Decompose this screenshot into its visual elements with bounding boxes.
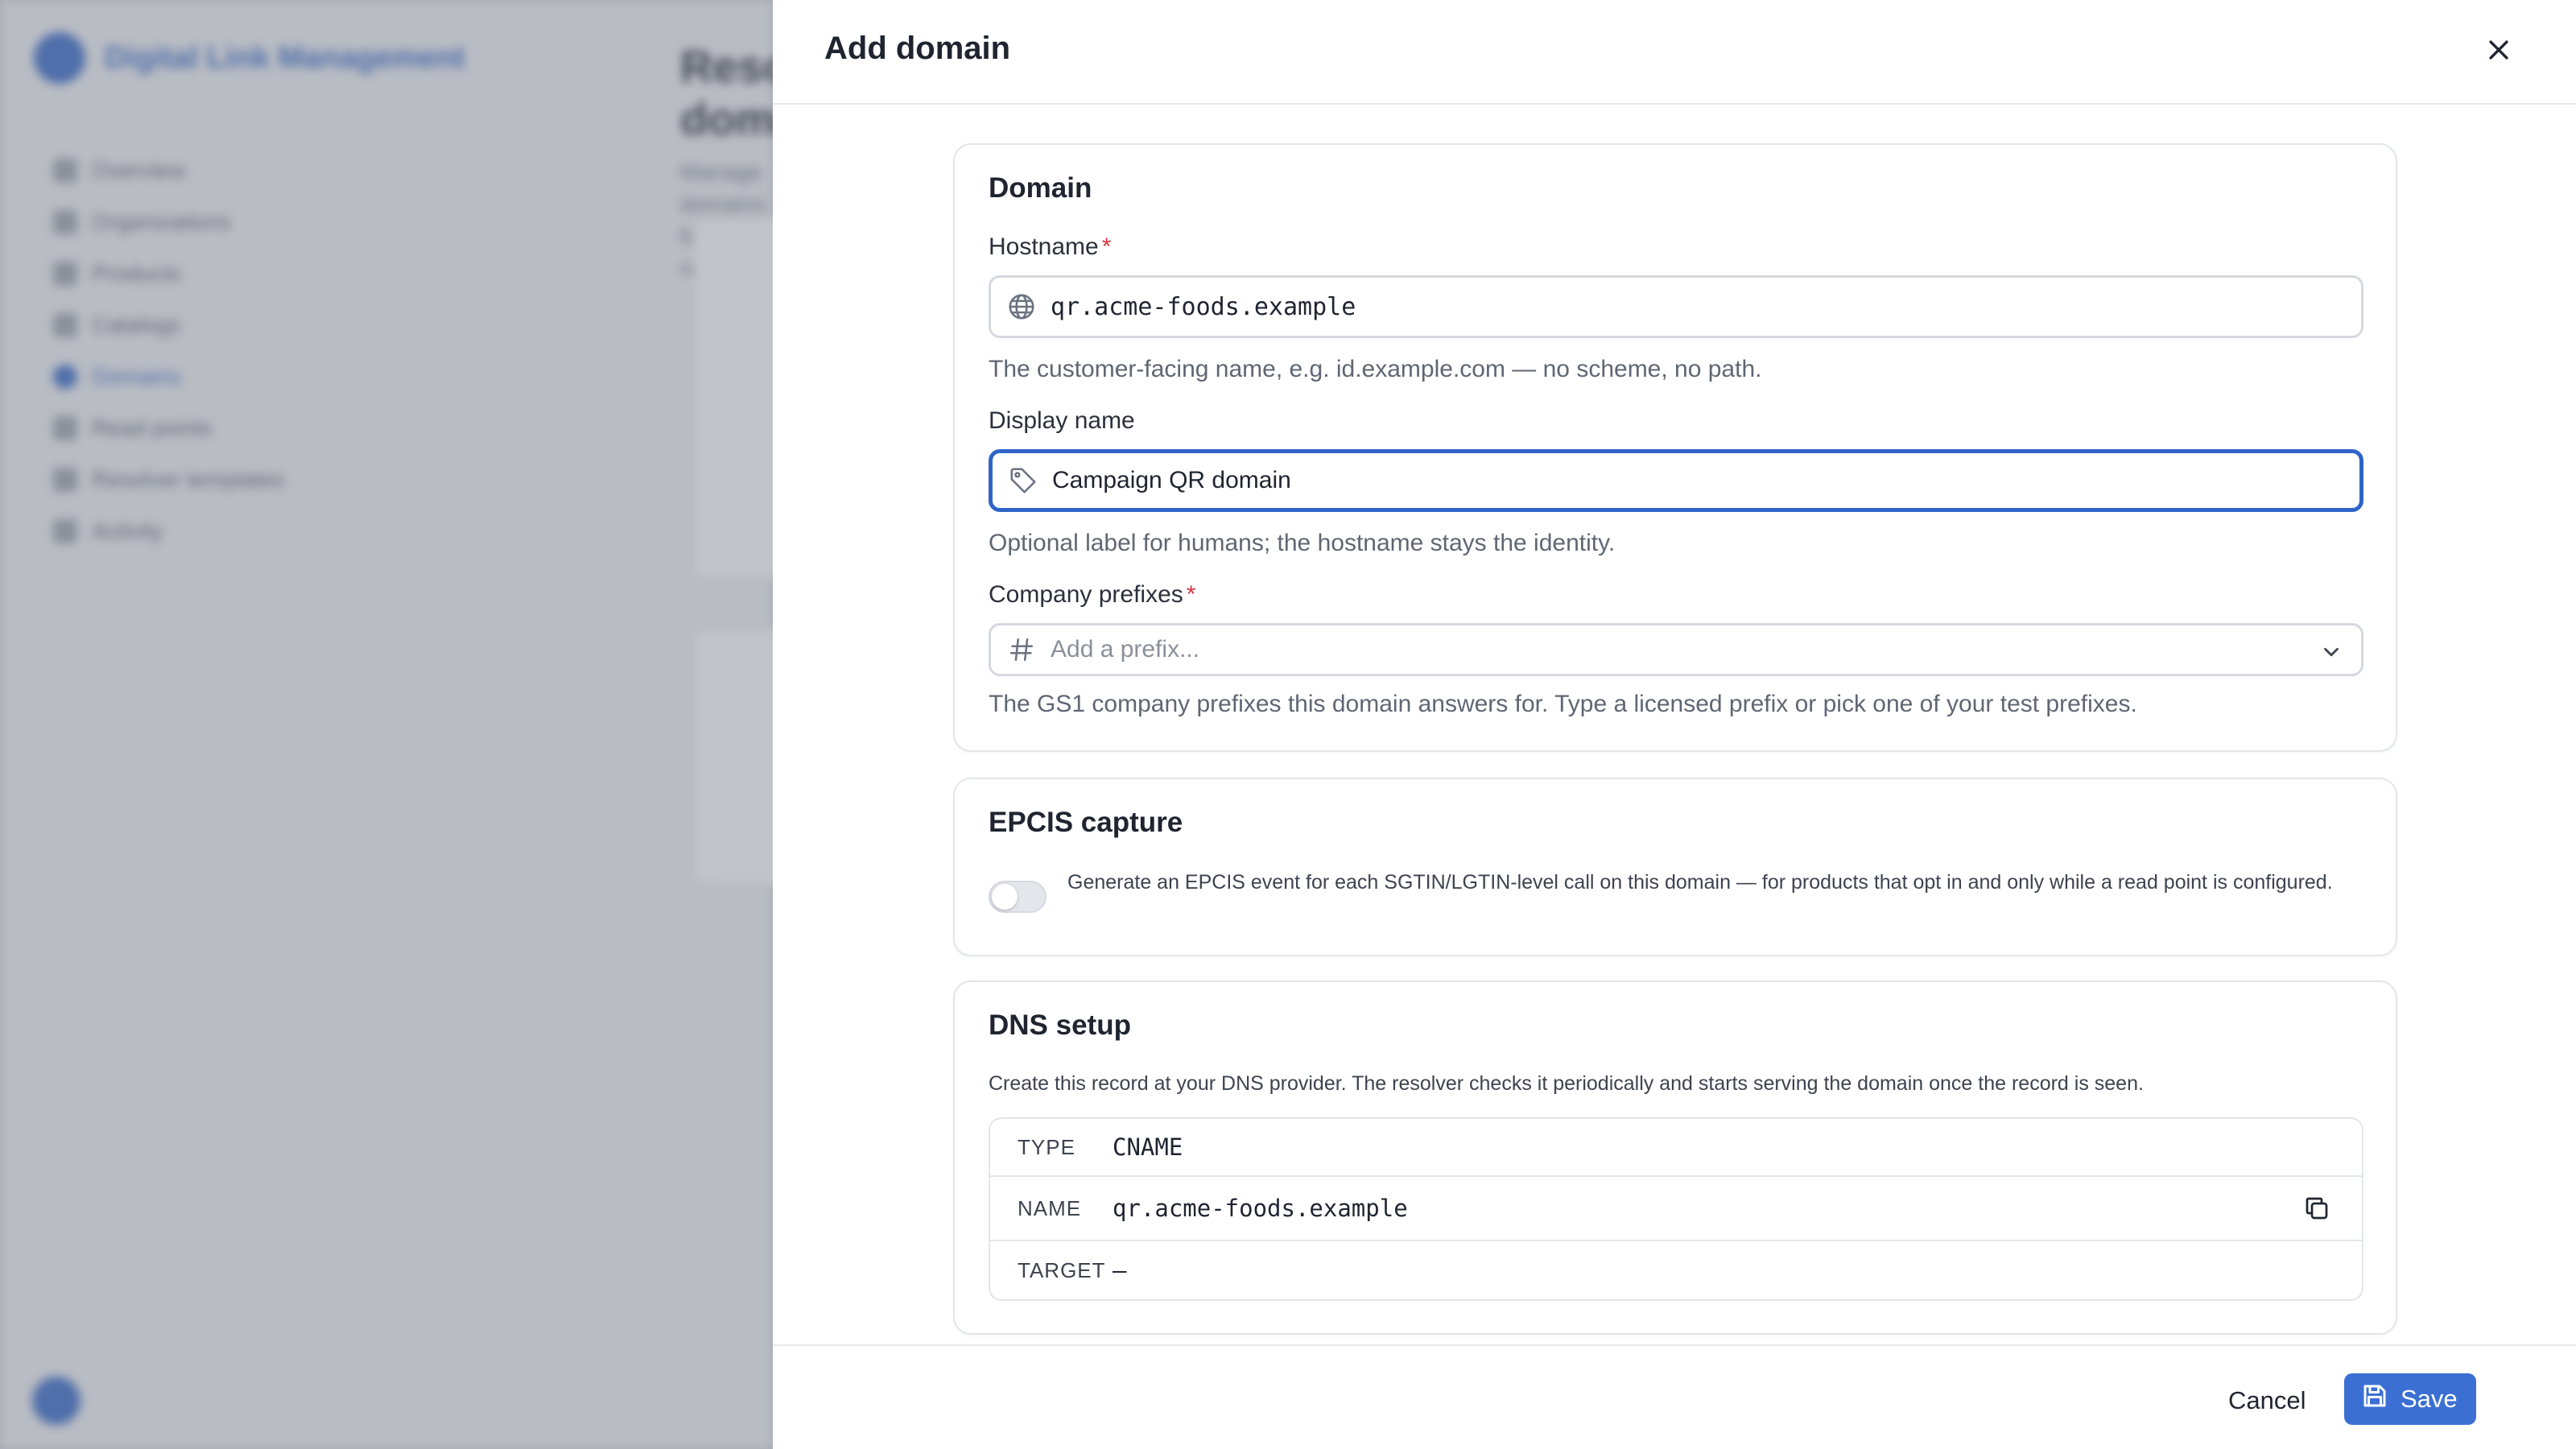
hostname-value: qr.acme-foods.example [1051,292,1356,321]
dns-card: DNS setup Create this record at your DNS… [953,980,2397,1335]
dns-row-type: TYPE CNAME [990,1119,2362,1177]
display-name-value: Campaign QR domain [1052,467,1291,493]
close-icon [2485,36,2512,68]
domain-section-title: Domain [989,172,1092,204]
close-button[interactable] [2478,31,2520,72]
dns-description: Create this record at your DNS provider.… [989,1072,2144,1095]
dns-record-table: TYPE CNAME NAME qr.acme-foods.example TA… [989,1117,2363,1301]
dns-value: – [1113,1257,1127,1284]
save-button[interactable]: Save [2344,1373,2476,1425]
dns-key: TYPE [1018,1134,1075,1159]
company-prefixes-help: The GS1 company prefixes this domain ans… [989,691,2137,717]
required-mark: * [1101,233,1112,260]
hash-icon [1005,634,1038,666]
hostname-field[interactable]: qr.acme-foods.example [989,275,2363,338]
domain-card: Domain Hostname * qr.acme-foods.example T… [953,143,2397,752]
display-name-label: Display name [989,407,1135,434]
drawer-header: Add domain [773,0,2576,105]
company-prefixes-label: Company prefixes * [989,581,1195,609]
epcis-toggle[interactable] [989,881,1046,913]
hostname-label: Hostname * [989,233,1111,261]
modal-backdrop[interactable] [0,0,773,1449]
epcis-section-title: EPCIS capture [989,807,1183,838]
globe-icon [1005,291,1038,323]
cancel-button[interactable]: Cancel [2220,1377,2314,1425]
dns-row-name: NAME qr.acme-foods.example [990,1177,2362,1241]
company-prefixes-label-text: Company prefixes [989,581,1183,608]
company-prefixes-placeholder: Add a prefix... [1051,636,1200,663]
dns-value: CNAME [1113,1133,1183,1161]
drawer-body[interactable]: Domain Hostname * qr.acme-foods.example T… [773,106,2576,1344]
display-name-help: Optional label for humans; the hostname … [989,530,1616,556]
chevron-down-icon[interactable] [2319,640,2343,668]
epcis-toggle-description: Generate an EPCIS event for each SGTIN/L… [1067,871,2333,894]
save-label: Save [2401,1385,2458,1413]
toggle-knob [992,884,1018,910]
dns-key: TARGET [1018,1257,1106,1282]
dns-row-target: TARGET – [990,1241,2362,1299]
save-icon [2360,1381,2389,1417]
tag-icon [1007,464,1039,497]
hostname-label-text: Hostname [989,233,1099,260]
epcis-card: EPCIS capture Generate an EPCIS event fo… [953,778,2397,956]
add-domain-drawer: Add domain Domain Hostname * qr.acme-food… [773,0,2576,1449]
drawer-footer: Cancel Save [773,1344,2576,1449]
dns-section-title: DNS setup [989,1009,1131,1041]
dns-key: NAME [1018,1195,1082,1220]
copy-button[interactable] [2299,1191,2334,1226]
display-name-field[interactable]: Campaign QR domain [989,449,2363,512]
drawer-title: Add domain [824,31,1011,66]
hostname-help: The customer-facing name, e.g. id.exampl… [989,356,1762,382]
company-prefixes-select[interactable]: Add a prefix... [989,623,2363,676]
required-mark: * [1186,581,1196,608]
dns-value: qr.acme-foods.example [1113,1195,1408,1222]
